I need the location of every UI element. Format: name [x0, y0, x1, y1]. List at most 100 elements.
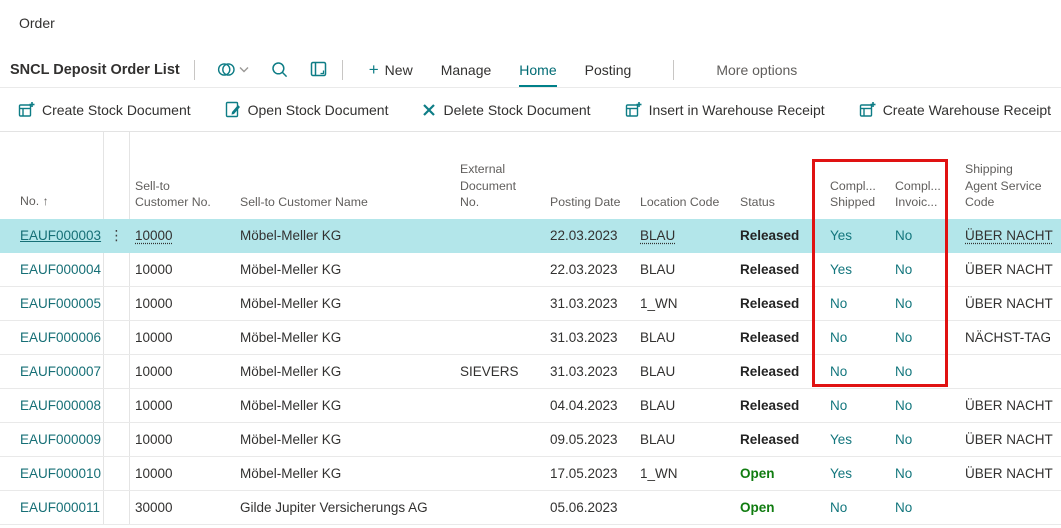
row-menu-ellipsis[interactable] — [103, 287, 130, 320]
cell-sellto-customer-no[interactable]: 10000 — [130, 466, 240, 481]
cell-compl-invoiced[interactable]: No — [895, 398, 965, 413]
menu-item-home[interactable]: Home — [519, 62, 556, 78]
column-header-posting-date[interactable]: Posting Date — [550, 194, 640, 219]
cell-compl-shipped[interactable]: No — [830, 398, 895, 413]
cell-sellto-customer-no[interactable]: 10000 — [130, 330, 240, 345]
cell-location-code[interactable]: BLAU — [640, 364, 740, 379]
create-stock-document-button[interactable]: Create Stock Document — [18, 101, 191, 118]
row-menu-ellipsis[interactable] — [103, 355, 130, 388]
cell-compl-invoiced[interactable]: No — [895, 364, 965, 379]
cell-no[interactable]: EAUF000006 — [0, 330, 103, 345]
table-row[interactable]: EAUF00001010000Möbel-Meller KG17.05.2023… — [0, 457, 1061, 491]
cell-shipping-agent-service-code[interactable]: ÜBER NACHT — [965, 262, 1061, 277]
open-stock-document-button[interactable]: Open Stock Document — [225, 101, 389, 118]
column-header-compl-shipped[interactable]: Compl... Shipped — [830, 178, 895, 219]
table-row[interactable]: EAUF000004 10000Möbel-Meller KG 22.03.2023… — [0, 253, 1061, 287]
cell-no[interactable]: EAUF000003 — [0, 228, 103, 243]
view-switcher-button[interactable] — [217, 61, 249, 78]
cell-compl-shipped[interactable]: No — [830, 296, 895, 311]
menu-item-posting[interactable]: Posting — [585, 62, 632, 78]
cell-compl-invoiced[interactable]: No — [895, 228, 965, 243]
table-row[interactable]: EAUF00000810000Möbel-Meller KG04.04.2023… — [0, 389, 1061, 423]
cell-status[interactable]: Released — [740, 330, 830, 345]
row-menu-ellipsis[interactable] — [103, 457, 130, 490]
cell-status[interactable]: Released — [740, 262, 830, 277]
cell-sellto-customer-name[interactable]: Möbel-Meller KG — [240, 432, 460, 447]
cell-sellto-customer-no[interactable]: 10000 — [130, 296, 240, 311]
cell-location-code[interactable]: BLAU — [640, 398, 740, 413]
cell-location-code[interactable]: 1_WN — [640, 296, 740, 311]
table-row[interactable]: EAUF000005 10000Möbel-Meller KG 31.03.2023… — [0, 287, 1061, 321]
cell-shipping-agent-service-code[interactable]: ÜBER NACHT — [965, 228, 1061, 243]
cell-status[interactable]: Released — [740, 398, 830, 413]
cell-posting-date[interactable]: 17.05.2023 — [550, 466, 640, 481]
cell-location-code[interactable]: BLAU — [640, 262, 740, 277]
table-row[interactable]: EAUF00000610000Möbel-Meller KG31.03.2023… — [0, 321, 1061, 355]
cell-status[interactable]: Released — [740, 296, 830, 311]
column-header-external-document-no[interactable]: External Document No. — [460, 161, 550, 219]
cell-posting-date[interactable]: 22.03.2023 — [550, 262, 640, 277]
cell-posting-date[interactable]: 09.05.2023 — [550, 432, 640, 447]
cell-compl-invoiced[interactable]: No — [895, 330, 965, 345]
cell-location-code[interactable]: BLAU — [640, 330, 740, 345]
cell-sellto-customer-no[interactable]: 10000 — [130, 398, 240, 413]
table-row[interactable]: EAUF000009 10000Möbel-Meller KG 09.05.2023… — [0, 423, 1061, 457]
cell-sellto-customer-no[interactable]: 10000 — [130, 262, 240, 277]
cell-compl-invoiced[interactable]: No — [895, 262, 965, 277]
column-header-sellto-customer-no[interactable]: Sell-to Customer No. — [130, 178, 240, 219]
cell-shipping-agent-service-code[interactable]: ÜBER NACHT — [965, 466, 1061, 481]
cell-compl-shipped[interactable]: Yes — [830, 432, 895, 447]
cell-sellto-customer-name[interactable]: Möbel-Meller KG — [240, 262, 460, 277]
cell-status[interactable]: Released — [740, 228, 830, 243]
cell-compl-shipped[interactable]: No — [830, 330, 895, 345]
cell-no[interactable]: EAUF000005 — [0, 296, 103, 311]
column-header-compl-invoiced[interactable]: Compl... Invoic... — [895, 178, 965, 219]
row-menu-ellipsis[interactable]: ⋮ — [103, 219, 130, 252]
cell-no[interactable]: EAUF000007 — [0, 364, 103, 379]
table-row[interactable]: EAUF00000710000Möbel-Meller KGSIEVERS31.… — [0, 355, 1061, 389]
insert-in-warehouse-receipt-button[interactable]: Insert in Warehouse Receipt — [625, 101, 825, 118]
cell-sellto-customer-no[interactable]: 10000 — [130, 432, 240, 447]
cell-location-code[interactable]: BLAU — [640, 432, 740, 447]
cell-sellto-customer-name[interactable]: Möbel-Meller KG — [240, 466, 460, 481]
column-header-location-code[interactable]: Location Code — [640, 194, 740, 219]
cell-sellto-customer-no[interactable]: 10000 — [130, 228, 240, 243]
cell-sellto-customer-name[interactable]: Möbel-Meller KG — [240, 296, 460, 311]
cell-sellto-customer-no[interactable]: 10000 — [130, 364, 240, 379]
cell-location-code[interactable]: BLAU — [640, 228, 740, 243]
cell-location-code[interactable]: 1_WN — [640, 466, 740, 481]
cell-posting-date[interactable]: 31.03.2023 — [550, 296, 640, 311]
row-menu-ellipsis[interactable] — [103, 389, 130, 422]
cell-sellto-customer-name[interactable]: Gilde Jupiter Versicherungs AG — [240, 500, 460, 515]
delete-stock-document-button[interactable]: Delete Stock Document — [422, 102, 590, 118]
column-header-no[interactable]: No. ↑ — [0, 193, 103, 219]
cell-external-document-no[interactable]: SIEVERS — [460, 364, 550, 379]
column-header-shipping-agent-service-code[interactable]: Shipping Agent Service Code — [965, 161, 1061, 219]
menu-item-manage[interactable]: Manage — [441, 62, 492, 78]
create-warehouse-receipt-button[interactable]: Create Warehouse Receipt — [859, 101, 1051, 118]
cell-posting-date[interactable]: 04.04.2023 — [550, 398, 640, 413]
menu-item-new[interactable]: + New — [369, 61, 413, 78]
cell-no[interactable]: EAUF000004 — [0, 262, 103, 277]
cell-compl-shipped[interactable]: Yes — [830, 228, 895, 243]
cell-compl-invoiced[interactable]: No — [895, 296, 965, 311]
cell-compl-shipped[interactable]: Yes — [830, 262, 895, 277]
cell-status[interactable]: Released — [740, 432, 830, 447]
cell-sellto-customer-name[interactable]: Möbel-Meller KG — [240, 364, 460, 379]
cell-shipping-agent-service-code[interactable]: ÜBER NACHT — [965, 296, 1061, 311]
cell-no[interactable]: EAUF000009 — [0, 432, 103, 447]
cell-status[interactable]: Released — [740, 364, 830, 379]
row-menu-ellipsis[interactable] — [103, 253, 130, 286]
cell-status[interactable]: Open — [740, 500, 830, 515]
row-menu-ellipsis[interactable] — [103, 423, 130, 456]
column-header-sellto-customer-name[interactable]: Sell-to Customer Name — [240, 194, 460, 219]
focus-mode-button[interactable] — [310, 61, 328, 78]
cell-posting-date[interactable]: 22.03.2023 — [550, 228, 640, 243]
cell-compl-invoiced[interactable]: No — [895, 500, 965, 515]
cell-sellto-customer-name[interactable]: Möbel-Meller KG — [240, 228, 460, 243]
cell-shipping-agent-service-code[interactable]: NÄCHST-TAG — [965, 330, 1061, 345]
cell-shipping-agent-service-code[interactable]: ÜBER NACHT — [965, 398, 1061, 413]
cell-compl-invoiced[interactable]: No — [895, 466, 965, 481]
cell-posting-date[interactable]: 05.06.2023 — [550, 500, 640, 515]
cell-compl-shipped[interactable]: No — [830, 500, 895, 515]
